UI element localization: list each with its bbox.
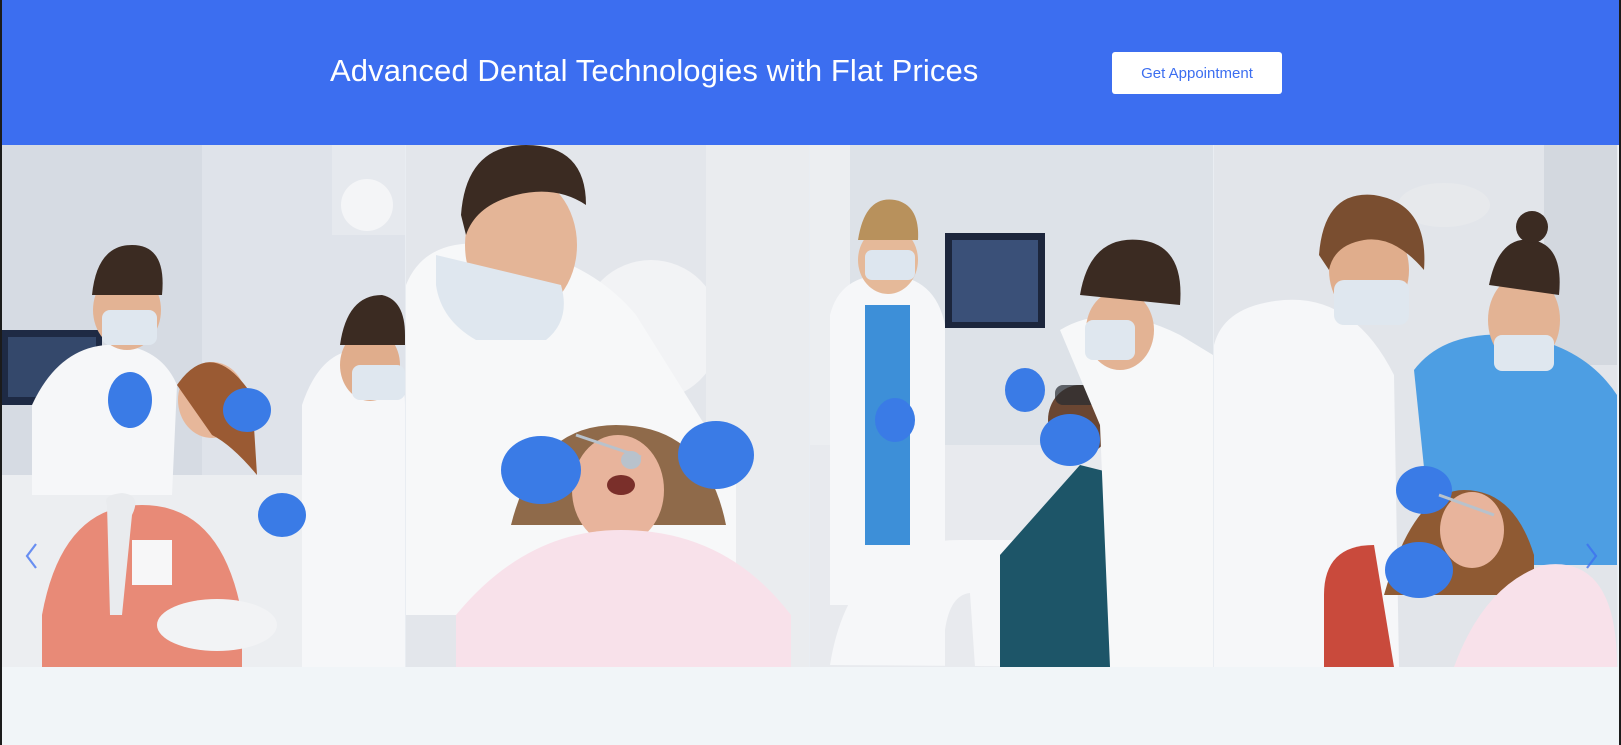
chevron-right-icon — [1586, 543, 1598, 569]
page: Advanced Dental Technologies with Flat P… — [2, 0, 1619, 745]
appointment-banner: Advanced Dental Technologies with Flat P… — [2, 0, 1619, 145]
carousel-next-button[interactable] — [1579, 538, 1605, 574]
next-section — [2, 667, 1619, 745]
gallery-photo-2[interactable] — [406, 145, 810, 667]
gallery-photo-4[interactable] — [1214, 145, 1618, 667]
banner-title: Advanced Dental Technologies with Flat P… — [330, 53, 979, 88]
photo-gallery — [2, 145, 1619, 667]
gallery-photo-1[interactable] — [2, 145, 406, 667]
carousel-prev-button[interactable] — [18, 538, 44, 574]
gallery-photo-3[interactable] — [810, 145, 1214, 667]
get-appointment-button[interactable]: Get Appointment — [1112, 52, 1282, 94]
chevron-left-icon — [25, 543, 37, 569]
